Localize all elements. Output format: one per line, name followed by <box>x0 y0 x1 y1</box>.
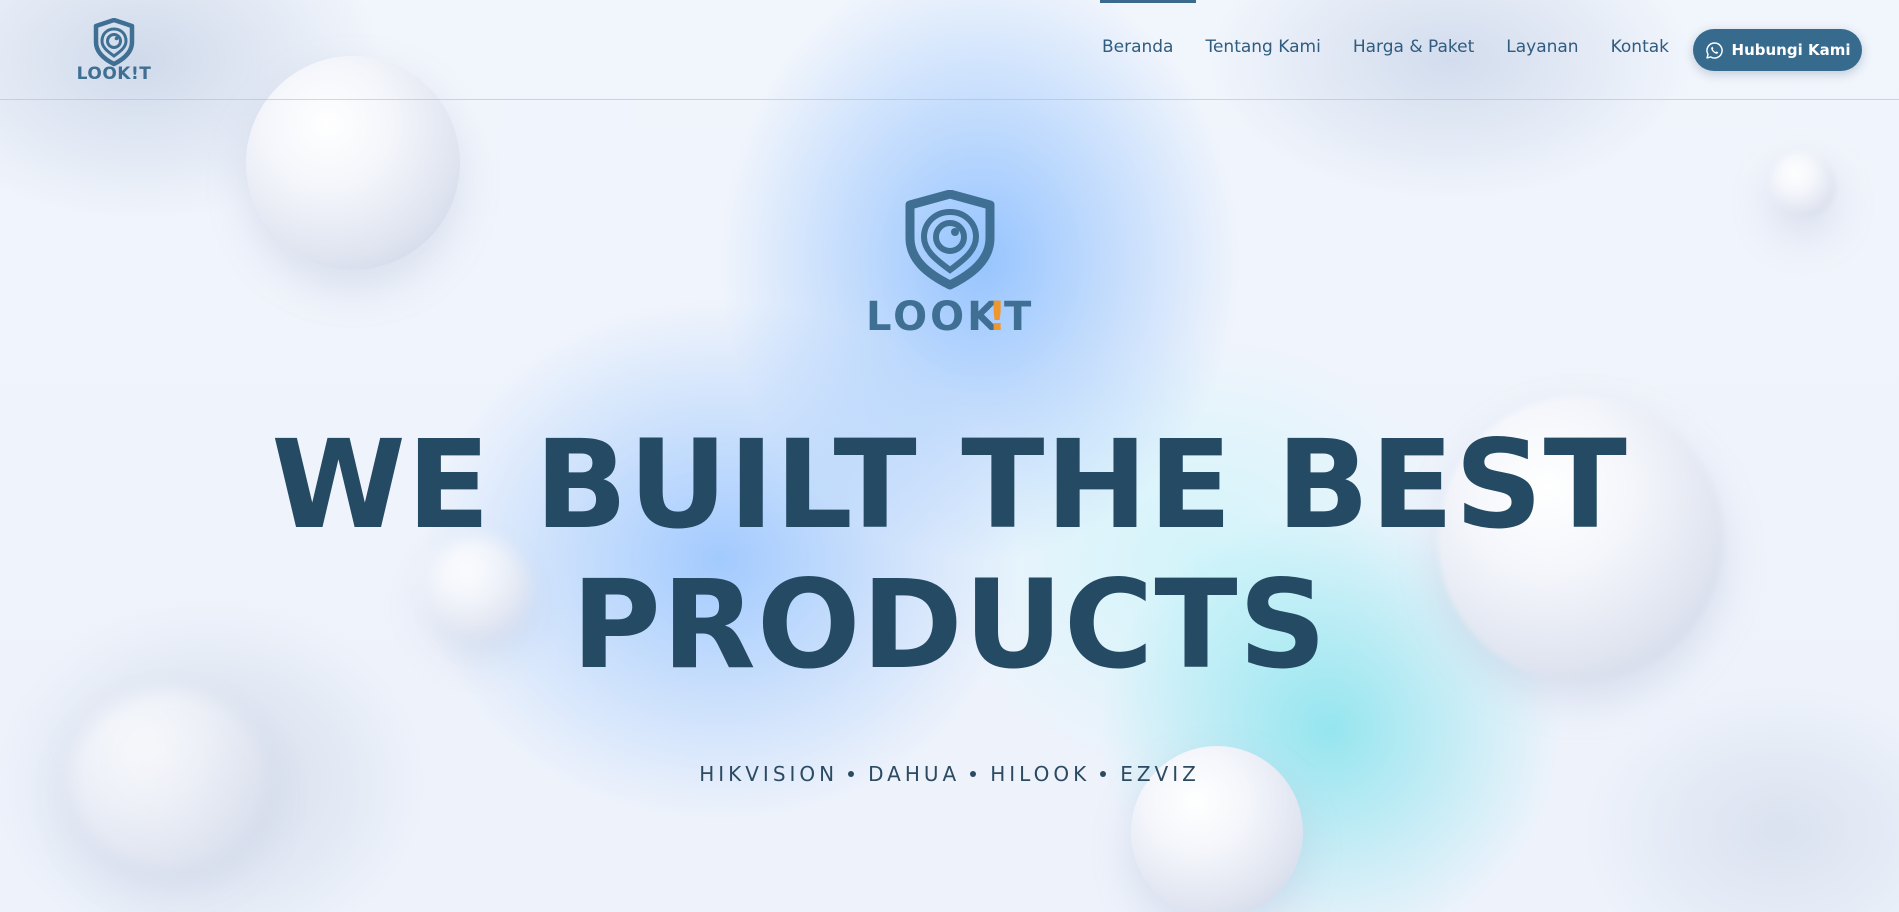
nav-item-kontak[interactable]: Kontak <box>1611 37 1669 57</box>
headline-line-1: WE BUILT THE BEST <box>271 414 1628 556</box>
contact-us-button[interactable]: Hubungi Kami <box>1693 29 1862 71</box>
svg-text:T: T <box>1004 294 1032 338</box>
hero-headline: WE BUILT THE BEST PRODUCTS <box>0 415 1899 695</box>
brand-hilook: HILOOK <box>990 762 1091 786</box>
site-header: LOOK!T Beranda Tentang Kami Harga & Pake… <box>0 0 1899 100</box>
separator-dot <box>1100 770 1107 777</box>
nav-item-tentang-kami[interactable]: Tentang Kami <box>1205 37 1320 57</box>
brand-ezviz: EZVIZ <box>1120 762 1200 786</box>
whatsapp-icon <box>1705 41 1723 59</box>
hero-lookit-logo: LOOK ! T <box>866 190 1032 338</box>
decorative-sphere <box>1770 152 1836 218</box>
nav-item-harga-paket[interactable]: Harga & Paket <box>1353 37 1474 57</box>
svg-text:LOOK: LOOK <box>866 294 1001 338</box>
separator-dot <box>970 770 977 777</box>
nav-item-layanan[interactable]: Layanan <box>1506 37 1578 57</box>
brand-dahua: DAHUA <box>868 762 961 786</box>
svg-text:LOOK!T: LOOK!T <box>77 64 151 80</box>
separator-dot <box>848 770 855 777</box>
brand-hikvision: HIKVISION <box>699 762 839 786</box>
active-nav-indicator <box>1100 0 1196 3</box>
partner-brands: HIKVISION DAHUA HILOOK EZVIZ <box>0 762 1899 786</box>
main-nav: Beranda Tentang Kami Harga & Paket Layan… <box>1102 37 1669 57</box>
contact-us-label: Hubungi Kami <box>1731 41 1851 59</box>
nav-item-beranda[interactable]: Beranda <box>1102 37 1174 57</box>
headline-line-2: PRODUCTS <box>571 554 1328 696</box>
lookit-logo[interactable]: LOOK!T <box>77 18 151 80</box>
